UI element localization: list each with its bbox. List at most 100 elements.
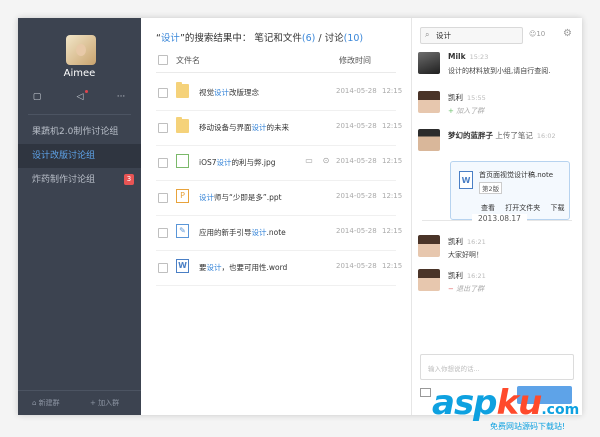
more-icon[interactable]: ··· [114, 91, 128, 103]
search-input[interactable]: ⌕ 设计 [420, 27, 523, 44]
table-row[interactable]: P 设计师与“少即是多”.ppt 2014-05-28 12:15 [156, 180, 402, 216]
tab-notes-label: 笔记和文件 [254, 33, 302, 44]
table-row[interactable]: 移动设备与界面设计的未来 2014-05-28 12:15 [156, 110, 402, 146]
date-separator-label: 2013.08.17 [472, 214, 527, 223]
sidebar-footer: ⌂ 新建群 + 加入群 [18, 390, 141, 415]
file-card-name: 首页面视觉设计稿.note [479, 171, 553, 179]
username: Aimee [63, 68, 96, 79]
tab-discussions-count: (10) [343, 33, 364, 44]
tab-notes-count: (6) [301, 33, 316, 44]
modified-date: 2014-05-28 [336, 122, 377, 130]
file-name: 视觉设计改版理念 [199, 88, 259, 97]
message-header: 凯利 15:55 [448, 92, 486, 103]
message-time: 16:02 [536, 132, 556, 140]
row-checkbox[interactable] [158, 263, 168, 273]
members-button[interactable]: ☺10 [529, 30, 545, 38]
avatar[interactable] [418, 269, 440, 291]
file-name: 移动设备与界面设计的未来 [199, 123, 289, 132]
new-group-label: 新建群 [38, 399, 60, 407]
sidebar-item-group-1[interactable]: 果蔬机2.0制作讨论组 [18, 120, 141, 144]
folder-icon [176, 82, 189, 98]
column-modified[interactable]: 修改时间 [339, 55, 371, 66]
sender-name[interactable]: 凯利 [448, 271, 463, 280]
modified-time: 12:15 [382, 262, 403, 270]
modified-date: 2014-05-28 [336, 87, 377, 95]
search-keyword: 设计 [160, 33, 180, 44]
word-file-icon: W [176, 259, 189, 273]
download-link[interactable]: 下载 [550, 204, 564, 212]
row-checkbox[interactable] [158, 193, 168, 203]
modified-date: 2014-05-28 [336, 192, 377, 200]
table-row[interactable]: iOS7设计的利与弊.jpg ▭ ⊙ 2014-05-28 12:15 [156, 145, 402, 181]
message-input-placeholder: 输入你想说的话... [428, 365, 480, 373]
join-group-button[interactable]: + 加入群 [90, 398, 119, 408]
folder-icon [176, 117, 189, 133]
message-time: 15:55 [467, 94, 486, 102]
new-group-button[interactable]: ⌂ 新建群 [32, 398, 60, 408]
avatar[interactable] [418, 235, 440, 257]
message-time: 15:23 [469, 53, 489, 61]
modified-date: 2014-05-28 [336, 262, 377, 270]
system-message: + 加入了群 [448, 107, 485, 115]
file-card-actions: 查看 打开文件夹 下载 [481, 203, 572, 213]
open-folder-link[interactable]: 打开文件夹 [505, 204, 540, 212]
row-checkbox[interactable] [158, 158, 168, 168]
message-time: 16:21 [467, 238, 486, 246]
message-action: 上传了笔记 [495, 131, 533, 140]
sender-name[interactable]: 凯利 [448, 93, 463, 102]
sender-name[interactable]: 梦幻的蓝胖子 [448, 131, 493, 140]
modified-date: 2014-05-28 [336, 227, 377, 235]
view-link[interactable]: 查看 [481, 204, 495, 212]
volume-icon[interactable]: ◁ [73, 90, 88, 103]
sender-name[interactable]: Milk [448, 52, 466, 61]
tab-notes[interactable]: 笔记和文件(6) [254, 33, 315, 44]
system-message: − 退出了群 [448, 285, 485, 293]
sidebar-item-group-2[interactable]: 设计改版讨论组 [18, 144, 141, 168]
message-header: 凯利 16:21 [448, 270, 486, 281]
row-checkbox[interactable] [158, 228, 168, 238]
message-text: 大家好啊！ [448, 251, 483, 259]
sidebar-item-group-3[interactable]: 炸药制作讨论组 3 [18, 168, 141, 192]
avatar[interactable] [66, 35, 96, 65]
ppt-file-icon: P [176, 189, 189, 203]
message-input[interactable]: 输入你想说的话... [420, 354, 574, 380]
open-folder-icon[interactable]: ▭ [304, 156, 314, 166]
message-header: 凯利 16:21 [448, 236, 486, 247]
file-card[interactable]: W 首页面视觉设计稿.note 第2版 查看 打开文件夹 下载 [450, 161, 570, 220]
tab-discussions-label: 讨论 [324, 33, 344, 44]
download-icon[interactable]: ⊙ [321, 156, 331, 166]
search-results-panel: “设计”的搜索结果中： 笔记和文件(6) / 讨论(10) 文件名 修改时间 视… [141, 18, 411, 415]
modified-time: 12:15 [382, 87, 403, 95]
modified-time: 12:15 [382, 122, 403, 130]
table-row[interactable]: 视觉设计改版理念 2014-05-28 12:15 [156, 75, 402, 111]
file-name: 应用的新手引导设计.note [199, 228, 286, 237]
modified-time: 12:15 [382, 227, 403, 235]
gear-icon[interactable]: ⚙ [563, 28, 572, 39]
table-header: 文件名 修改时间 [156, 52, 396, 73]
row-checkbox[interactable] [158, 123, 168, 133]
chat-icon[interactable]: ▢ [30, 91, 44, 103]
sidebar-divider [28, 114, 131, 115]
tab-discussions[interactable]: 讨论(10) [325, 33, 364, 44]
sidebar-item-label: 炸药制作讨论组 [32, 175, 96, 185]
select-all-checkbox[interactable] [158, 55, 168, 65]
quote-close: ”的搜索结果中： [179, 33, 252, 44]
message-header: 梦幻的蓝胖子 上传了笔记 16:02 [448, 130, 556, 141]
results-title: “设计”的搜索结果中： 笔记和文件(6) / 讨论(10) [156, 30, 363, 44]
row-checkbox[interactable] [158, 88, 168, 98]
table-row[interactable]: W 要设计，也要可用性.word 2014-05-28 12:15 [156, 250, 402, 286]
avatar[interactable] [418, 91, 440, 113]
join-group-label: 加入群 [98, 399, 120, 407]
file-name: 设计师与“少即是多”.ppt [199, 193, 282, 202]
column-filename[interactable]: 文件名 [176, 55, 200, 66]
search-icon: ⌕ [425, 30, 430, 39]
table-row[interactable]: ✎ 应用的新手引导设计.note 2014-05-28 12:15 [156, 215, 402, 251]
sender-name[interactable]: 凯利 [448, 237, 463, 246]
image-icon[interactable] [420, 388, 431, 397]
avatar[interactable] [418, 52, 440, 74]
sidebar-item-label: 果蔬机2.0制作讨论组 [32, 127, 119, 137]
search-value: 设计 [436, 31, 451, 40]
unread-badge: 3 [124, 174, 134, 185]
avatar[interactable] [418, 129, 440, 151]
sidebar: Aimee ▢ ◁ ··· 果蔬机2.0制作讨论组 设计改版讨论组 炸药制作讨论… [18, 18, 141, 415]
